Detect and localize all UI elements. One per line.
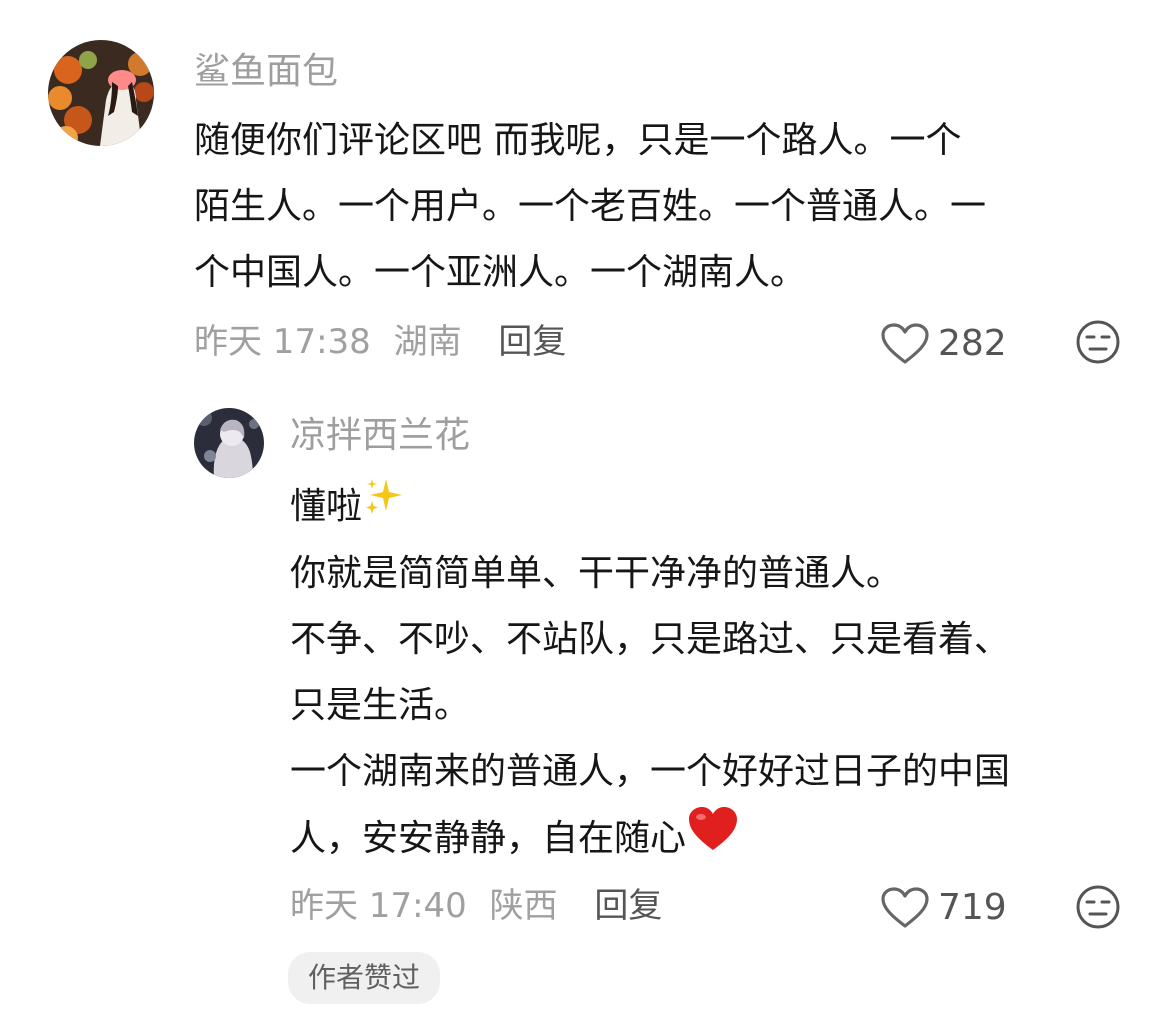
reply-reply-button[interactable]: 回复 xyxy=(594,886,662,926)
comment-text-line: 随便你们评论区吧 而我呢，只是一个路人。一个 xyxy=(194,120,962,161)
heart-outline-icon xyxy=(881,887,929,928)
heart-outline-icon xyxy=(881,323,929,364)
reply-location: 陕西 xyxy=(489,886,558,926)
neutral-face-icon xyxy=(1076,320,1120,364)
avatar-image xyxy=(48,40,154,146)
author-liked-badge: 作者赞过 xyxy=(288,952,441,1004)
reply-text-line: 你就是简简单单、干干净净的普通人。 xyxy=(290,553,903,594)
like-count: 282 xyxy=(938,323,1007,364)
comment-text: 随便你们评论区吧 而我呢，只是一个路人。一个 陌生人。一个用户。一个老百姓。一个… xyxy=(194,108,1134,306)
avatar-image xyxy=(194,408,264,478)
reply-text-line: 只是生活。 xyxy=(290,685,471,726)
comment-username[interactable]: 鲨鱼面包 xyxy=(194,50,338,94)
like-button[interactable]: 282 xyxy=(880,322,1007,366)
reply-text-line: 不争、不吵、不站队，只是路过、只是看着、 xyxy=(290,619,1011,660)
reply-text-line: 懂啦 xyxy=(290,474,1150,541)
reply-comment: 凉拌西兰花 懂啦 你就是简简单单、干干净净的普通人。 不争、不吵、不站队，只是路… xyxy=(0,400,1169,1029)
reply-text-line-1: 懂啦 xyxy=(290,486,363,527)
dislike-button[interactable] xyxy=(1075,319,1121,369)
comment-text-line: 陌生人。一个用户。一个老百姓。一个普通人。一 xyxy=(194,186,987,227)
reply-button[interactable]: 回复 xyxy=(498,322,566,362)
comment: 鲨鱼面包 随便你们评论区吧 而我呢，只是一个路人。一个 陌生人。一个用户。一个老… xyxy=(0,0,1169,400)
reply-text-line: 人，安安静静，自在随心 xyxy=(290,805,1150,875)
reply-meta: 昨天 17:40 陕西 回复 xyxy=(290,886,662,926)
reply-like-button[interactable]: 719 xyxy=(880,886,1007,930)
reply-time: 昨天 17:40 xyxy=(290,886,467,926)
comment-location: 湖南 xyxy=(393,322,462,362)
reply-text-line: 一个湖南来的普通人，一个好好过日子的中国 xyxy=(290,751,1011,792)
reply-like-count: 719 xyxy=(938,887,1007,928)
red-heart-emoji xyxy=(686,805,740,875)
comment-time: 昨天 17:38 xyxy=(194,322,371,362)
reply-text: 懂啦 你就是简简单单、干干净净的普通人。 不争、不吵、不站队，只是路过、只是看着… xyxy=(290,474,1150,875)
neutral-face-icon xyxy=(1076,885,1120,929)
comment-meta: 昨天 17:38 湖南 回复 xyxy=(194,322,566,362)
comment-text-line: 个中国人。一个亚洲人。一个湖南人。 xyxy=(194,252,807,293)
replier-avatar[interactable] xyxy=(194,408,264,478)
sparkles-emoji xyxy=(362,475,406,541)
commenter-avatar[interactable] xyxy=(48,40,154,146)
reply-text-line-6: 人，安安静静，自在随心 xyxy=(290,818,687,859)
reply-dislike-button[interactable] xyxy=(1075,884,1121,934)
reply-username[interactable]: 凉拌西兰花 xyxy=(290,414,470,458)
